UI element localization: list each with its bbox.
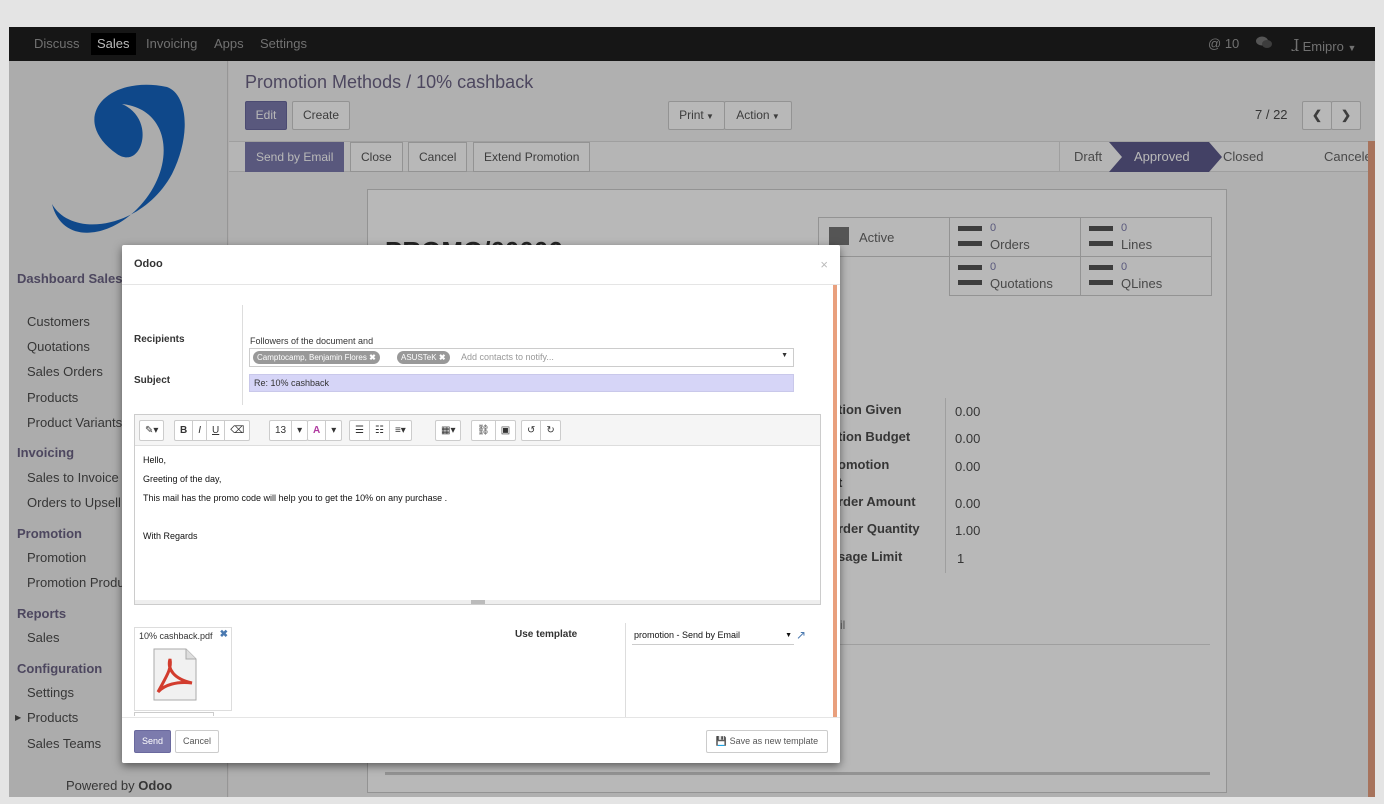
font-size-dropdown[interactable]: 13 ▾ (269, 420, 309, 441)
recipient-tag-label: Camptocamp, Benjamin Flores (257, 353, 367, 362)
italic-icon[interactable]: I (193, 421, 208, 440)
recipient-tag[interactable]: Camptocamp, Benjamin Flores ✖ (253, 351, 380, 364)
caret-down-icon: ▾ (297, 425, 303, 436)
compose-email-dialog: Odoo × Recipients Followers of the docum… (122, 245, 840, 763)
floppy-disk-icon: 💾 (715, 736, 728, 746)
ordered-list-icon[interactable]: ☷ (370, 421, 390, 440)
remove-tag-icon[interactable]: ✖ (369, 353, 376, 362)
template-divider (625, 623, 626, 717)
redo-icon[interactable]: ↻ (541, 421, 559, 440)
caret-down-icon[interactable]: ▼ (781, 352, 788, 359)
external-link-icon[interactable]: ↗ (796, 628, 806, 642)
undo-icon[interactable]: ↺ (522, 421, 542, 440)
body-line[interactable]: This mail has the promo code will help y… (143, 493, 447, 503)
unordered-list-icon[interactable]: ☰ (350, 421, 370, 440)
modal-scrollbar[interactable] (833, 285, 837, 717)
resize-handle-icon (471, 600, 485, 604)
save-template-label: Save as new template (729, 736, 819, 746)
subject-label: Subject (134, 375, 171, 386)
caret-down-icon: ▼ (785, 632, 792, 639)
table-icon: ▦▾ (441, 425, 456, 436)
email-body-editor: ✎▾ B I U ⌫ 13 ▾ A ▾ ☰ ☷ ≡▾ ▦▾ ⛓ ▣ ↺ ↻ He… (134, 414, 821, 605)
recipients-input[interactable]: Camptocamp, Benjamin Flores ✖ ASUSTeK ✖ … (249, 348, 794, 367)
bold-icon[interactable]: B (175, 421, 194, 440)
close-icon[interactable]: × (820, 257, 828, 272)
modal-footer: Send Cancel 💾 Save as new template (122, 717, 840, 763)
pdf-file-icon (153, 648, 197, 701)
table-dropdown[interactable]: ▦▾ (435, 420, 462, 441)
format-group: B I U ⌫ (174, 420, 251, 441)
color-group: A ▾ (307, 420, 343, 441)
template-label: Use template (515, 629, 578, 640)
subject-input[interactable]: Re: 10% cashback (249, 374, 794, 392)
save-as-template-button[interactable]: 💾 Save as new template (706, 730, 828, 753)
list-group: ☰ ☷ ≡▾ (349, 420, 412, 441)
template-select[interactable]: promotion - Send by Email ▼ (632, 628, 794, 645)
followers-text: Followers of the document and (250, 336, 374, 346)
modal-header: Odoo × (122, 245, 840, 285)
text-color-icon[interactable]: A (308, 421, 327, 440)
link-icon[interactable]: ⛓ (472, 421, 496, 440)
remove-tag-icon[interactable]: ✖ (439, 353, 446, 362)
recipient-tag-label: ASUSTeK (401, 353, 437, 362)
eraser-icon[interactable]: ⌫ (225, 421, 249, 440)
image-icon[interactable]: ▣ (496, 421, 515, 440)
cancel-button[interactable]: Cancel (175, 730, 219, 753)
font-size-value: 13 (270, 421, 293, 440)
body-line[interactable]: Greeting of the day, (143, 474, 221, 484)
modal-title: Odoo (134, 258, 163, 270)
body-line[interactable]: Hello, (143, 455, 166, 465)
recipient-tag[interactable]: ASUSTeK ✖ (397, 351, 450, 364)
caret-down-icon[interactable]: ▾ (326, 421, 341, 440)
style-dropdown[interactable]: ✎▾ (139, 420, 165, 441)
align-dropdown-icon[interactable]: ≡▾ (390, 421, 411, 440)
insert-group: ⛓ ▣ (471, 420, 517, 441)
send-button[interactable]: Send (134, 730, 171, 753)
attach-button-edge[interactable] (134, 712, 214, 716)
recipients-label: Recipients (134, 334, 185, 345)
body-line[interactable]: With Regards (143, 531, 198, 541)
template-value: promotion - Send by Email (634, 630, 741, 640)
editor-toolbar: ✎▾ B I U ⌫ 13 ▾ A ▾ ☰ ☷ ≡▾ ▦▾ ⛓ ▣ ↺ ↻ (135, 415, 820, 446)
attachment-name: 10% cashback.pdf (139, 631, 213, 641)
underline-icon[interactable]: U (207, 421, 226, 440)
remove-attachment-icon[interactable]: ✖ (220, 629, 228, 640)
magic-wand-icon: ✎▾ (145, 425, 159, 436)
attachment-card[interactable]: 10% cashback.pdf ✖ (134, 627, 232, 711)
label-divider (242, 305, 243, 405)
editor-resize-bar[interactable] (135, 600, 820, 604)
contacts-placeholder: Add contacts to notify... (461, 352, 554, 362)
history-group: ↺ ↻ (521, 420, 561, 441)
